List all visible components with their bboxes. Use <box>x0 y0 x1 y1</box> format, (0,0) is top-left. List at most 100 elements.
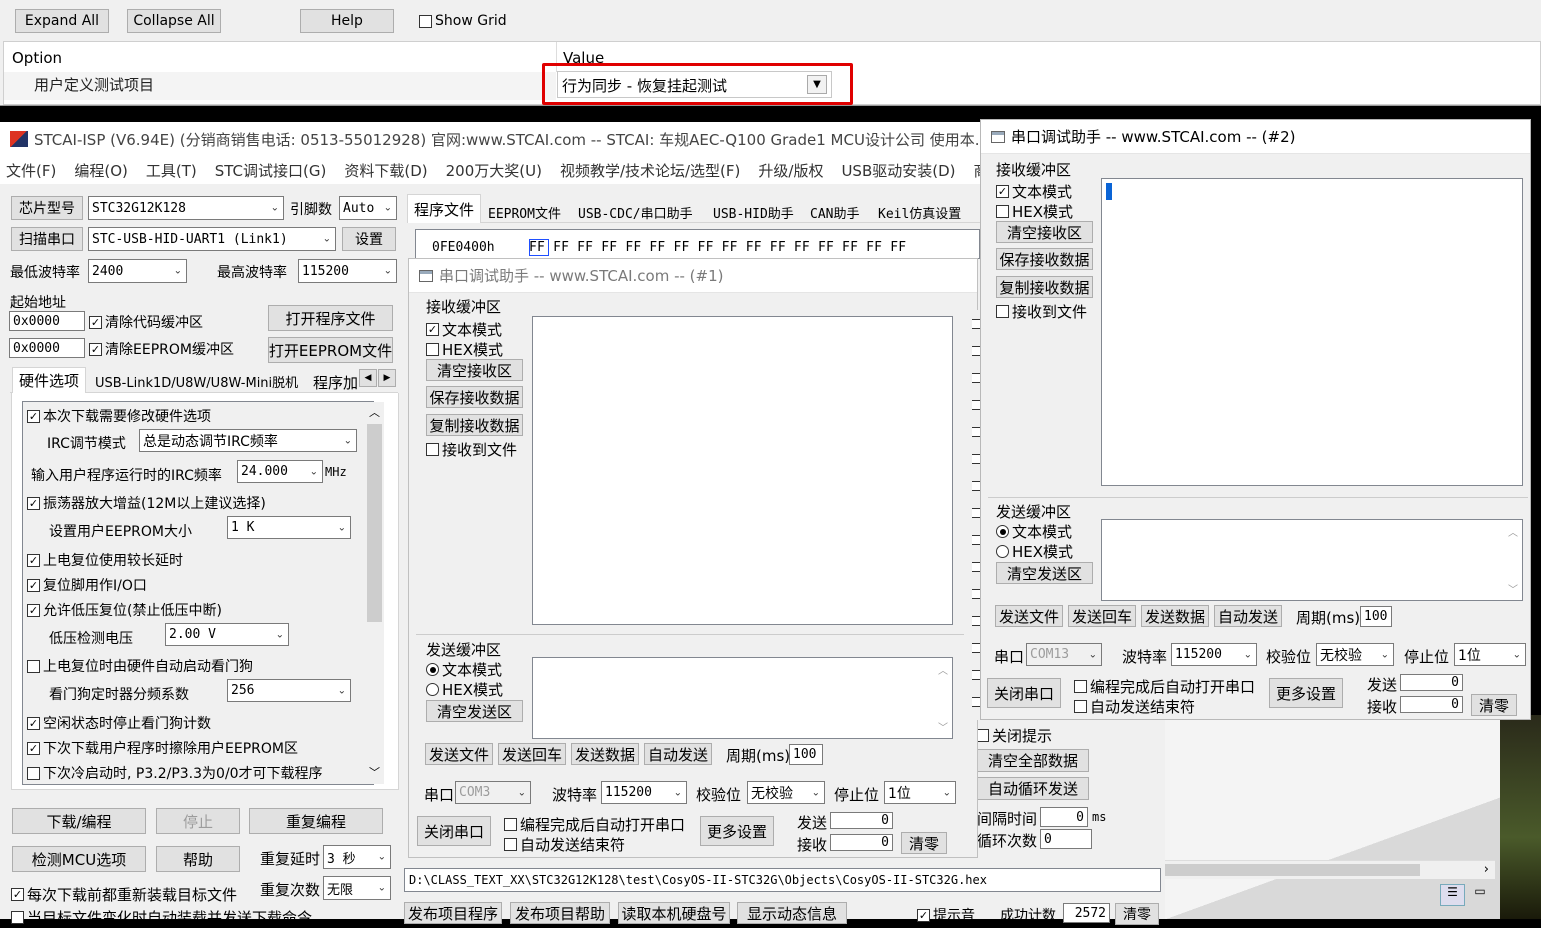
wdt-div-select[interactable]: 256 ⌄ <box>227 679 351 702</box>
reprogram-button[interactable]: 重复编程 <box>249 808 383 834</box>
serial2-recv-text-mode-checkbox[interactable]: ✓ 文本模式 <box>996 181 1072 202</box>
cold-boot-checkbox[interactable]: 下次冷启动时, P3.2/P3.3为0/0才可下载程序 <box>27 763 323 783</box>
help-main-button[interactable]: 帮助 <box>156 846 240 872</box>
success-clear-button[interactable]: 清零 <box>1115 903 1159 925</box>
low-volt-reset-checkbox[interactable]: ✓ 允许低压复位(禁止低压中断) <box>27 600 222 620</box>
reload-each-checkbox[interactable]: ✓ 每次下载前都重新装载目标文件 <box>11 884 237 905</box>
scroll-down-icon[interactable]: ﹀ <box>938 719 948 734</box>
eeprom-address-input[interactable]: 0x0000 <box>9 338 85 358</box>
scroll-thumb[interactable] <box>1165 864 1420 876</box>
menu-item[interactable]: 视频教学/技术论坛/选型(F) <box>560 160 740 181</box>
clear-all-data-button[interactable]: 清空全部数据 <box>977 749 1089 772</box>
port-select[interactable]: STC-USB-HID-UART1 (Link1) ⌄ <box>88 227 336 251</box>
serial2-auto-send-button[interactable]: 自动发送 <box>1214 605 1282 627</box>
serial2-clear-send-button[interactable]: 清空发送区 <box>996 562 1093 584</box>
open-eeprom-file-button[interactable]: 打开EEPROM文件 <box>268 337 393 363</box>
serial1-auto-open-checkbox[interactable]: 编程完成后自动打开串口 <box>504 814 685 835</box>
auto-reload-checkbox[interactable]: 当目标文件变化时自动装载并发送下载命令 <box>11 907 312 928</box>
serial2-recv-to-file-checkbox[interactable]: 接收到文件 <box>996 301 1087 322</box>
power-delay-checkbox[interactable]: ✓ 上电复位使用较长延时 <box>27 550 183 570</box>
check-mcu-button[interactable]: 检测MCU选项 <box>12 846 146 872</box>
serial1-recv-textarea[interactable] <box>532 316 953 625</box>
expand-all-button[interactable]: Expand All <box>15 9 109 33</box>
tip-sound-checkbox[interactable]: ✓ 提示音 <box>917 905 975 925</box>
serial1-recv-to-file-checkbox[interactable]: 接收到文件 <box>426 439 517 460</box>
clear-code-buffer-checkbox[interactable]: ✓ 清除代码缓冲区 <box>89 312 203 332</box>
menu-item[interactable]: 升级/版权 <box>758 160 823 181</box>
scroll-right-icon[interactable]: › <box>1484 862 1489 877</box>
low-volt-select[interactable]: 2.00 V ⌄ <box>165 623 289 646</box>
serial1-recv-hex-mode-checkbox[interactable]: HEX模式 <box>426 339 503 360</box>
serial2-recv-hex-mode-checkbox[interactable]: HEX模式 <box>996 201 1073 222</box>
serial2-auto-send-end-checkbox[interactable]: 自动发送结束符 <box>1074 696 1195 717</box>
serial1-copy-recv-button[interactable]: 复制接收数据 <box>426 414 523 436</box>
idle-stop-wdt-checkbox[interactable]: ✓ 空闲状态时停止看门狗计数 <box>27 713 211 733</box>
serial2-parity-select[interactable]: 无校验 ⌄ <box>1316 643 1394 666</box>
stop-button[interactable]: 停止 <box>156 808 240 834</box>
eeprom-size-select[interactable]: 1 K ⌄ <box>227 516 351 539</box>
serial2-send-file-button[interactable]: 发送文件 <box>995 605 1063 627</box>
chip-model-button[interactable]: 芯片型号 <box>11 196 83 220</box>
scroll-down-icon[interactable]: ﹀ <box>1508 581 1518 596</box>
bottom-action-button[interactable]: 发布项目帮助 <box>510 902 610 924</box>
irc-freq-select[interactable]: 24.000 ⌄ <box>237 460 323 483</box>
serial2-close-port-button[interactable]: 关闭串口 <box>987 678 1061 708</box>
tab-program-encrypt[interactable]: 程序加 <box>307 370 364 395</box>
reset-io-checkbox[interactable]: ✓ 复位脚用作I/O口 <box>27 575 147 595</box>
bottom-action-button[interactable]: 显示动态信息 <box>737 902 847 924</box>
tab-usb-cdc[interactable]: USB-CDC/串口助手 <box>572 201 699 224</box>
max-baud-select[interactable]: 115200 ⌄ <box>298 259 397 283</box>
serial2-send-data-button[interactable]: 发送数据 <box>1141 605 1209 627</box>
tab-program-file[interactable]: 程序文件 <box>407 194 482 223</box>
auto-loop-send-button[interactable]: 自动循环发送 <box>977 777 1089 800</box>
clear-eeprom-buffer-checkbox[interactable]: ✓ 清除EEPROM缓冲区 <box>89 339 234 359</box>
serial2-port-select[interactable]: COM13 ⌄ <box>1026 643 1102 666</box>
menu-item[interactable]: 编程(O) <box>74 160 128 181</box>
serial1-period-input[interactable]: 100 <box>789 744 823 765</box>
serial1-more-settings-button[interactable]: 更多设置 <box>700 816 774 846</box>
horizontal-scrollbar[interactable]: › <box>1165 860 1495 879</box>
loop-count-input[interactable]: 0 <box>1040 829 1092 849</box>
show-grid-checkbox[interactable]: Show Grid <box>419 13 507 29</box>
tab-keil-sim[interactable]: Keil仿真设置 <box>872 201 967 224</box>
scan-port-button[interactable]: 扫描串口 <box>11 227 83 251</box>
menu-item[interactable]: 200万大奖(U) <box>446 160 542 181</box>
tab-eeprom-file[interactable]: EEPROM文件 <box>482 201 567 224</box>
menu-item[interactable]: 文件(F) <box>6 160 56 181</box>
collapse-all-button[interactable]: Collapse All <box>127 9 221 33</box>
serial2-copy-recv-button[interactable]: 复制接收数据 <box>996 276 1093 298</box>
menu-item[interactable]: USB驱动安装(D) <box>841 160 955 181</box>
scroll-down-icon[interactable]: ﹀ <box>369 764 380 780</box>
serial2-clear-recv-button[interactable]: 清空接收区 <box>996 221 1093 243</box>
download-program-button[interactable]: 下载/编程 <box>12 808 146 834</box>
menu-item[interactable]: STC调试接口(G) <box>215 160 327 181</box>
serial2-recv-textarea[interactable] <box>1101 178 1523 486</box>
scroll-thumb[interactable] <box>367 424 382 622</box>
serial2-period-input[interactable]: 100 <box>1360 606 1392 627</box>
serial1-clear-recv-button[interactable]: 清空接收区 <box>426 359 523 381</box>
serial1-baud-select[interactable]: 115200 ⌄ <box>601 781 687 804</box>
irc-mode-select[interactable]: 总是动态调节IRC频率 ⌄ <box>139 429 357 452</box>
serial2-clear-count-button[interactable]: 清零 <box>1471 694 1517 716</box>
menu-item[interactable]: 资料下载(D) <box>344 160 427 181</box>
erase-eeprom-checkbox[interactable]: ✓ 下次下载用户程序时擦除用户EEPROM区 <box>27 738 298 758</box>
serial1-send-text-mode-radio[interactable]: 文本模式 <box>426 659 502 680</box>
serial1-stop-select[interactable]: 1位 ⌄ <box>884 781 956 804</box>
tab-usb-hid[interactable]: USB-HID助手 <box>707 201 800 224</box>
tab-hardware-options[interactable]: 硬件选项 <box>12 367 87 393</box>
serial1-auto-send-button[interactable]: 自动发送 <box>644 743 712 765</box>
open-program-file-button[interactable]: 打开程序文件 <box>268 305 393 331</box>
file-path-field[interactable]: D:\CLASS_TEXT_XX\STC32G12K128\test\CosyO… <box>404 868 1161 892</box>
serial1-send-hex-mode-radio[interactable]: HEX模式 <box>426 679 503 700</box>
code-address-input[interactable]: 0x0000 <box>9 311 85 331</box>
serial2-send-text-mode-radio[interactable]: 文本模式 <box>996 521 1072 542</box>
view-tiles-icon[interactable]: ▭ <box>1469 884 1491 906</box>
serial1-send-textarea[interactable]: ︿ ﹀ <box>532 657 953 739</box>
chip-model-select[interactable]: STC32G12K128 ⌄ <box>88 196 284 220</box>
modify-hw-checkbox[interactable]: ✓ 本次下载需要修改硬件选项 <box>27 406 211 426</box>
view-details-icon[interactable]: ☰ <box>1440 884 1465 906</box>
scroll-up-icon[interactable]: ︿ <box>369 404 380 420</box>
help-button[interactable]: Help <box>300 9 394 33</box>
serial2-send-hex-mode-radio[interactable]: HEX模式 <box>996 541 1073 562</box>
tab-scroll-right-button[interactable]: ▶ <box>378 369 396 387</box>
